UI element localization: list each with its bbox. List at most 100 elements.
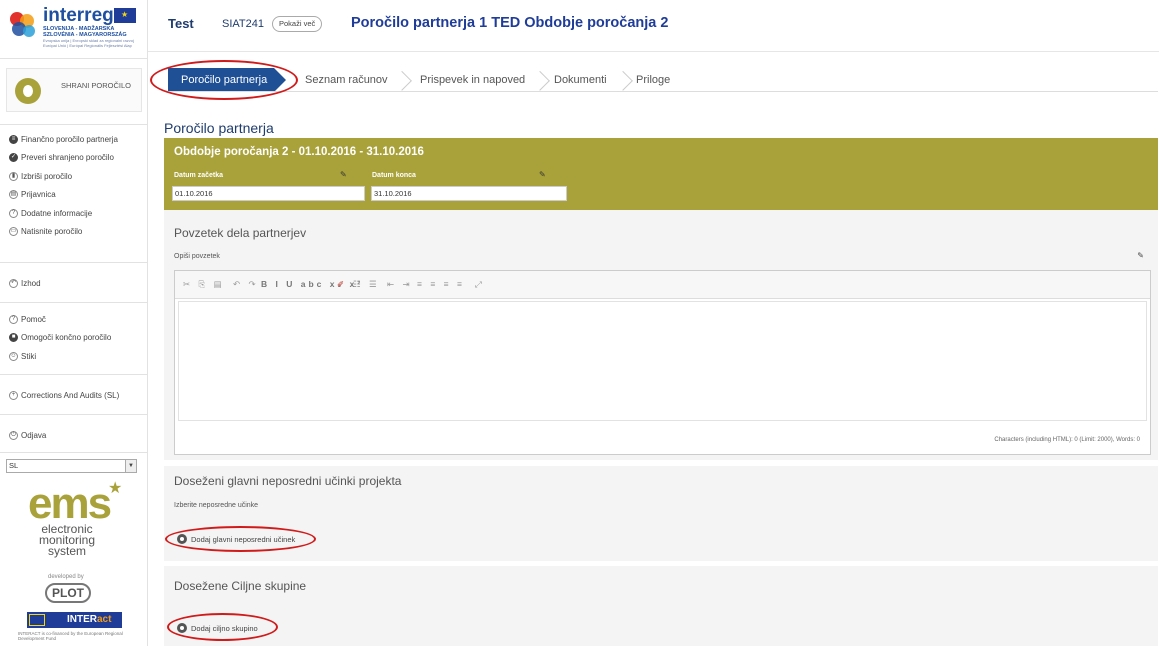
editor-toolbar: ✂ ⎘ ▤ ↶ ↷ B I U abc x₂ x² ✐ ☷ ☰ ⇤ ⇥ ≡ ≡ …: [175, 271, 1150, 299]
main-outputs-title: Doseženi glavni neposredni učinki projek…: [174, 474, 402, 488]
logout-menu: ⏻ Odjava: [9, 426, 46, 445]
plus-icon: +: [9, 390, 18, 400]
align-icons[interactable]: ≡ ≡ ≡ ≡: [417, 279, 465, 289]
report-actions-menu: ≡ Finančno poročilo partnerja ✓ Preveri sh…: [9, 130, 118, 241]
logo-subtitle: SLOVENIJA - MADŽARSKA SZLOVÉNIA - MAGYAR…: [43, 26, 127, 38]
main-outputs-hint: Izberite neposredne učinke: [174, 502, 259, 509]
document-icon: ▤: [9, 190, 18, 200]
pencil-icon[interactable]: ✎: [340, 170, 347, 179]
sidebar: interreg SLOVENIJA - MADŽARSKA SZLOVÉNIA…: [0, 0, 148, 646]
list-icons[interactable]: ☷ ☰: [353, 279, 380, 290]
list-icon: ≡: [9, 134, 18, 144]
chevron-right-icon: [616, 68, 628, 92]
help-icon: ?: [9, 314, 18, 324]
menu-item-enable-final-report[interactable]: ■ Omogoči končno poročilo: [9, 329, 111, 348]
contacts-icon: ☺: [9, 351, 18, 361]
project-code: SIAT241: [222, 18, 264, 30]
character-counter: Characters (including HTML): 0 (Limit: 2…: [994, 437, 1140, 443]
divider: [0, 124, 148, 125]
save-icon: [15, 78, 41, 104]
page-title: Poročilo partnerja: [164, 120, 274, 136]
highlight-ellipse: [167, 613, 278, 641]
reporting-period-panel: Obdobje poročanja 2 - 01.10.2016 - 31.10…: [164, 138, 1158, 210]
clear-format-icon[interactable]: ✐: [337, 279, 347, 290]
tab-documents[interactable]: Dokumenti: [554, 68, 607, 92]
clipboard-icons[interactable]: ✂ ⎘ ▤: [183, 279, 225, 290]
developed-by-label: developed by: [48, 574, 84, 580]
period-title: Obdobje poročanja 2 - 01.10.2016 - 31.10…: [174, 146, 424, 158]
eu-flag-icon: [114, 8, 136, 23]
target-groups-title: Dosežene Ciljne skupine: [174, 579, 307, 593]
maximize-icon[interactable]: ⤢: [475, 279, 485, 290]
target-groups-section: Dosežene Ciljne skupine Dodaj ciljno sku…: [164, 566, 1158, 646]
menu-item-additional-info[interactable]: ? Dodatne informacije: [9, 204, 118, 223]
menu-item-exit[interactable]: ↶ Izhod: [9, 274, 41, 293]
menu-item-financial-report[interactable]: ≡ Finančno poročilo partnerja: [9, 130, 118, 149]
divider: [0, 452, 148, 453]
summary-textarea[interactable]: [178, 301, 1147, 421]
logo-fineprint: Evropska unija | Evropski sklad za regio…: [43, 38, 134, 48]
summary-editor: ✂ ⎘ ▤ ↶ ↷ B I U abc x₂ x² ✐ ☷ ☰ ⇤ ⇥ ≡ ≡ …: [174, 270, 1151, 455]
tab-attachments[interactable]: Priloge: [636, 68, 670, 92]
save-report-button[interactable]: SHRANI POROČILO: [6, 68, 142, 112]
start-date-field[interactable]: 01.10.2016: [172, 186, 365, 201]
header: Test SIAT241 Pokaži več Poročilo partner…: [148, 0, 1159, 52]
menu-item-delete-report[interactable]: ▮ Izbriši poročilo: [9, 167, 118, 186]
save-report-label: SHRANI POROČILO: [61, 81, 132, 90]
chevron-right-icon: [395, 68, 407, 92]
pencil-icon[interactable]: ✎: [1137, 251, 1144, 260]
summary-field-label: Opiši povzetek: [174, 253, 220, 260]
language-select[interactable]: SL ▼: [6, 459, 137, 473]
interreg-logo-icon: [10, 12, 35, 37]
divider: [0, 374, 148, 375]
highlight-ellipse: [150, 60, 298, 100]
help-menu: ? Pomoč ■ Omogoči končno poročilo ☺ Stiki: [9, 310, 111, 366]
exit-icon: ↶: [9, 278, 18, 288]
divider: [0, 58, 148, 59]
interact-logo: INTERact: [27, 612, 122, 628]
start-date-label: Datum začetka: [174, 172, 224, 179]
page-heading: Poročilo partnerja 1 TED Obdobje poročan…: [351, 15, 669, 31]
end-date-field[interactable]: 31.10.2016: [371, 186, 567, 201]
menu-item-corrections-audits[interactable]: + Corrections And Audits (SL): [9, 386, 119, 405]
divider: [0, 414, 148, 415]
interreg-logo: interreg SLOVENIJA - MADŽARSKA SZLOVÉNIA…: [5, 5, 145, 53]
menu-item-application[interactable]: ▤ Prijavnica: [9, 186, 118, 205]
divider: [0, 302, 148, 303]
ems-logo-subtitle: electronic monitoring system: [38, 522, 96, 558]
show-more-button[interactable]: Pokaži več: [272, 16, 323, 32]
check-icon: ✓: [9, 153, 18, 163]
menu-item-logout[interactable]: ⏻ Odjava: [9, 426, 46, 445]
logout-icon: ⏻: [9, 430, 18, 440]
interact-fineprint: INTERACT is co-financed by the European …: [18, 631, 123, 641]
print-icon: ▭: [9, 227, 18, 237]
tab-contribution-forecast[interactable]: Prispevek in napoved: [420, 68, 525, 92]
indent-icons[interactable]: ⇤ ⇥: [387, 279, 413, 290]
menu-item-contacts[interactable]: ☺ Stiki: [9, 347, 111, 366]
menu-item-check-report[interactable]: ✓ Preveri shranjeno poročilo: [9, 149, 118, 168]
corrections-menu: + Corrections And Audits (SL): [9, 386, 119, 405]
end-date-label: Datum konca: [372, 172, 416, 179]
logo-word: interreg: [43, 5, 114, 26]
project-name: Test: [168, 16, 194, 31]
menu-item-help[interactable]: ? Pomoč: [9, 310, 111, 329]
tab-invoice-list[interactable]: Seznam računov: [305, 68, 388, 92]
info-icon: ?: [9, 208, 18, 218]
final-report-icon: ■: [9, 333, 18, 343]
ems-logo: ems ★ electronic monitoring system: [28, 480, 128, 558]
undo-redo-icons[interactable]: ↶ ↷: [233, 279, 259, 290]
chevron-down-icon: ▼: [125, 460, 136, 472]
format-icons[interactable]: B I U abc x₂ x²: [261, 279, 363, 289]
summary-section: Povzetek dela partnerjev Opiši povzetek …: [164, 210, 1158, 460]
menu-item-print-report[interactable]: ▭ Natisnite poročilo: [9, 223, 118, 242]
divider: [0, 262, 148, 263]
summary-title: Povzetek dela partnerjev: [174, 226, 307, 240]
exit-menu: ↶ Izhod: [9, 274, 41, 293]
main-outputs-section: Doseženi glavni neposredni učinki projek…: [164, 466, 1158, 561]
highlight-ellipse: [165, 526, 316, 552]
eu-flag-icon: [29, 614, 45, 626]
plot-logo: PLOT: [45, 583, 91, 603]
trash-icon: ▮: [9, 171, 18, 181]
chevron-right-icon: [533, 68, 545, 92]
pencil-icon[interactable]: ✎: [539, 170, 546, 179]
